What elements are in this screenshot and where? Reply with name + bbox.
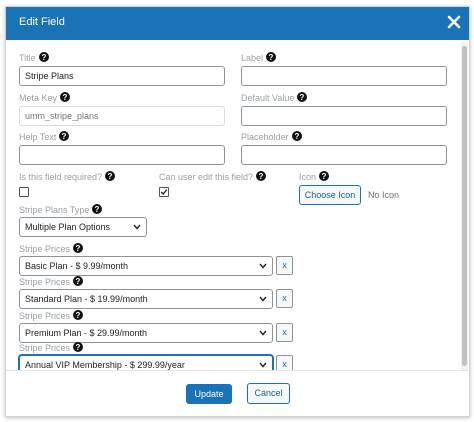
scrollbar[interactable]	[461, 42, 468, 372]
price-value: Standard Plan - $ 19.99/month	[25, 294, 148, 304]
help-icon[interactable]: ?	[59, 131, 70, 141]
price-label: Stripe Prices?	[19, 310, 84, 321]
icon-status: No Icon	[368, 190, 400, 200]
help-icon[interactable]: ?	[266, 52, 277, 62]
icon-label: Icon?	[299, 171, 330, 182]
help-icon[interactable]: ?	[319, 171, 330, 181]
svg-text:?: ?	[300, 93, 305, 102]
cancel-button[interactable]: Cancel	[247, 383, 290, 404]
plans-type-value: Multiple Plan Options	[25, 222, 111, 232]
price-label: Stripe Prices?	[19, 243, 84, 254]
placeholder-input[interactable]	[241, 145, 447, 165]
price-label: Stripe Prices?	[19, 276, 84, 287]
price-select[interactable]: Basic Plan - $ 9.99/month	[19, 256, 273, 276]
chevron-down-icon	[259, 330, 267, 336]
help-icon[interactable]: ?	[256, 171, 267, 181]
remove-price-button[interactable]: x	[276, 323, 293, 342]
svg-text:?: ?	[76, 343, 81, 352]
help-icon[interactable]: ?	[92, 204, 103, 214]
price-value: Annual VIP Membership - $ 299.99/year	[25, 360, 185, 370]
chevron-down-icon	[259, 263, 267, 269]
dialog-titlebar: Edit Field	[6, 7, 469, 40]
edit-field-dialog: Edit Field Title? Label? Meta Key? Defau…	[5, 6, 470, 417]
svg-text:?: ?	[95, 205, 100, 214]
required-checkbox[interactable]	[19, 187, 29, 197]
svg-text:?: ?	[259, 172, 264, 181]
meta-key-label: Meta Key?	[19, 92, 71, 103]
help-icon[interactable]: ?	[60, 92, 71, 102]
svg-text:?: ?	[76, 311, 81, 320]
default-value-label: Default Value?	[241, 92, 308, 103]
required-label: Is this field required??	[19, 171, 116, 182]
meta-key-input	[19, 106, 225, 126]
close-icon[interactable]	[446, 14, 462, 30]
svg-text:?: ?	[76, 277, 81, 286]
price-select[interactable]: Standard Plan - $ 19.99/month	[19, 289, 273, 309]
svg-text:?: ?	[294, 132, 299, 141]
choose-icon-button[interactable]: Choose Icon	[299, 185, 361, 205]
svg-text:?: ?	[108, 172, 113, 181]
help-text-input[interactable]	[19, 145, 225, 165]
help-icon[interactable]: ?	[291, 131, 302, 141]
dialog-body: Title? Label? Meta Key? Default Value? H…	[6, 40, 462, 374]
help-icon[interactable]: ?	[73, 243, 84, 253]
chevron-down-icon	[259, 296, 267, 302]
svg-text:?: ?	[322, 172, 327, 181]
default-value-input[interactable]	[241, 106, 447, 126]
label-input[interactable]	[241, 66, 447, 86]
svg-text:?: ?	[41, 53, 46, 62]
price-value: Premium Plan - $ 29.99/month	[25, 328, 148, 338]
price-value: Basic Plan - $ 9.99/month	[25, 261, 129, 271]
update-button[interactable]: Update	[186, 384, 232, 404]
title-input[interactable]	[19, 66, 225, 86]
placeholder-label: Placeholder?	[241, 131, 302, 142]
check-icon	[160, 189, 168, 195]
help-icon[interactable]: ?	[38, 52, 49, 62]
svg-text:?: ?	[62, 132, 67, 141]
help-icon[interactable]: ?	[73, 276, 84, 286]
title-label: Title?	[19, 52, 49, 63]
dialog-title: Edit Field	[19, 16, 65, 28]
chevron-down-icon	[259, 362, 267, 368]
help-icon[interactable]: ?	[297, 92, 308, 102]
remove-price-button[interactable]: x	[276, 289, 293, 308]
user-edit-checkbox[interactable]	[159, 187, 169, 197]
label-label: Label?	[241, 52, 277, 63]
help-icon[interactable]: ?	[73, 310, 84, 320]
svg-text:?: ?	[76, 244, 81, 253]
price-label: Stripe Prices?	[19, 342, 84, 353]
scrollbar-thumb[interactable]	[462, 46, 467, 366]
user-edit-label: Can user edit this field??	[159, 171, 267, 182]
chevron-down-icon	[133, 224, 141, 230]
svg-text:?: ?	[269, 53, 274, 62]
svg-text:?: ?	[63, 93, 68, 102]
plans-type-select[interactable]: Multiple Plan Options	[19, 217, 147, 237]
help-text-label: Help Text?	[19, 131, 70, 142]
help-icon[interactable]: ?	[73, 342, 84, 352]
dialog-footer: Update Cancel	[6, 370, 469, 416]
plans-type-label: Stripe Plans Type?	[19, 204, 103, 215]
price-select[interactable]: Premium Plan - $ 29.99/month	[19, 323, 273, 343]
help-icon[interactable]: ?	[105, 171, 116, 181]
remove-price-button[interactable]: x	[276, 256, 293, 275]
